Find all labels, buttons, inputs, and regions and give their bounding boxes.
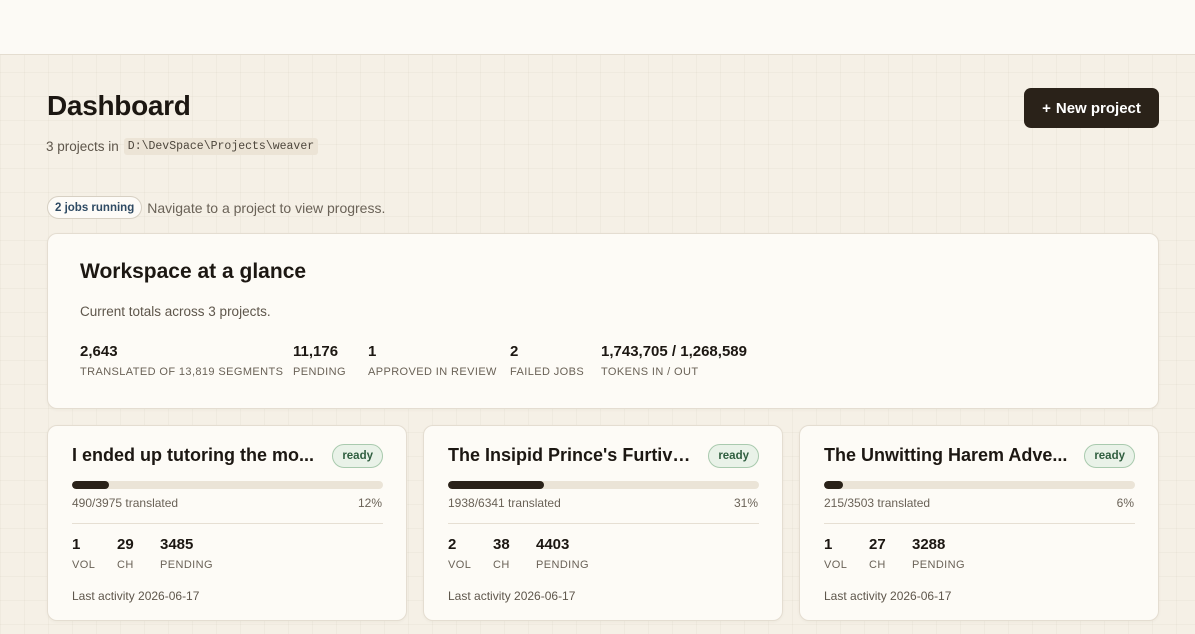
jobs-running-badge[interactable]: 2 jobs running [47,196,143,219]
stat-label: Pending [293,366,346,378]
workspace-summary-card: Workspace at a glance Current totals acr… [47,233,1159,409]
stat-label: Ch [493,559,510,571]
stat-chapters: 27 Ch [869,536,912,571]
project-card[interactable]: The Insipid Prince's Furtive ... ready 1… [423,425,783,621]
workspace-summary-title: Workspace at a glance [80,260,307,283]
last-activity: Last activity 2026-06-17 [448,589,576,603]
jobs-message: Navigate to a project to view progress. [147,199,386,216]
stat-label: Ch [117,559,134,571]
stat-value: 27 [869,536,886,553]
project-title[interactable]: The Unwitting Harem Adve... [824,445,1069,466]
stat-label: Pending [912,559,965,571]
last-activity: Last activity 2026-06-17 [824,589,952,603]
stat-value: 1,743,705 / 1,268,589 [601,343,747,360]
stat-label: Failed jobs [510,366,585,378]
stat-volumes: 1 Vol [72,536,117,571]
stat-label: Pending [536,559,589,571]
workspace-stats: 2,643 Translated of 13,819 segments 11,1… [80,343,747,378]
jobs-status: 2 jobs running Navigate to a project to … [47,196,385,219]
stat-pending: 3485 Pending [160,536,213,571]
project-title[interactable]: I ended up tutoring the mo... [72,445,317,466]
progress-percent: 6% [1116,496,1134,510]
project-stats: 2 Vol 38 Ch 4403 Pending [448,536,589,571]
stat-value: 11,176 [293,343,339,360]
progress-bar [448,481,759,489]
stat-label: Pending [160,559,213,571]
stat-value: 3288 [912,536,946,553]
stat-failed-jobs: 2 Failed jobs [510,343,601,378]
plus-icon: + [1042,99,1051,117]
stat-value: 29 [117,536,134,553]
progress-bar [72,481,383,489]
last-activity: Last activity 2026-06-17 [72,589,200,603]
stat-approved-in-review: 1 Approved in review [368,343,510,378]
divider [448,523,759,524]
stat-label: Approved in review [368,366,497,378]
projects-subtitle: 3 projects in D:\DevSpace\Projects\weave… [46,138,319,155]
stat-volumes: 1 Vol [824,536,869,571]
stat-value: 2 [448,536,457,553]
stat-value: 2 [510,343,519,360]
project-card[interactable]: I ended up tutoring the mo... ready 490/… [47,425,407,621]
project-stats: 1 Vol 27 Ch 3288 Pending [824,536,965,571]
workspace-summary-subtitle: Current totals across 3 projects. [80,304,271,319]
progress-text: 1938/6341 translated [448,496,561,510]
divider [824,523,1135,524]
new-project-button[interactable]: + New project [1024,88,1159,128]
workspace-path: D:\DevSpace\Projects\weaver [123,138,319,155]
top-bar [0,0,1195,55]
stat-value: 1 [824,536,833,553]
stat-tokens: 1,743,705 / 1,268,589 Tokens in / out [601,343,747,378]
progress-percent: 31% [733,496,758,510]
progress-text: 490/3975 translated [72,496,179,510]
status-badge: ready [708,444,759,468]
status-badge: ready [332,444,383,468]
stat-value: 2,643 [80,343,118,360]
project-card[interactable]: The Unwitting Harem Adve... ready 215/35… [799,425,1159,621]
stat-pending: 3288 Pending [912,536,965,571]
stat-value: 3485 [160,536,194,553]
stat-label: Vol [448,559,472,571]
progress-bar-fill [448,481,545,489]
stat-label: Vol [824,559,848,571]
stat-label: Ch [869,559,886,571]
stat-value: 38 [493,536,510,553]
stat-value: 1 [72,536,81,553]
progress-bar [824,481,1135,489]
progress-bar-fill [824,481,843,489]
progress-bar-fill [72,481,110,489]
stat-volumes: 2 Vol [448,536,493,571]
stat-label: Vol [72,559,96,571]
stat-label: Translated of 13,819 segments [80,366,284,378]
stat-value: 4403 [536,536,570,553]
project-stats: 1 Vol 29 Ch 3485 Pending [72,536,213,571]
progress-percent: 12% [357,496,382,510]
stat-pending: 11,176 Pending [293,343,368,378]
divider [72,523,383,524]
projects-count-text: 3 projects in [46,139,119,154]
status-badge: ready [1084,444,1135,468]
stat-value: 1 [368,343,377,360]
stat-label: Tokens in / out [601,366,699,378]
stat-chapters: 29 Ch [117,536,160,571]
progress-text: 215/3503 translated [824,496,931,510]
stat-translated: 2,643 Translated of 13,819 segments [80,343,293,378]
stat-chapters: 38 Ch [493,536,536,571]
page-title: Dashboard [47,90,191,121]
stat-pending: 4403 Pending [536,536,589,571]
project-title[interactable]: The Insipid Prince's Furtive ... [448,445,693,466]
new-project-label: New project [1055,99,1141,117]
